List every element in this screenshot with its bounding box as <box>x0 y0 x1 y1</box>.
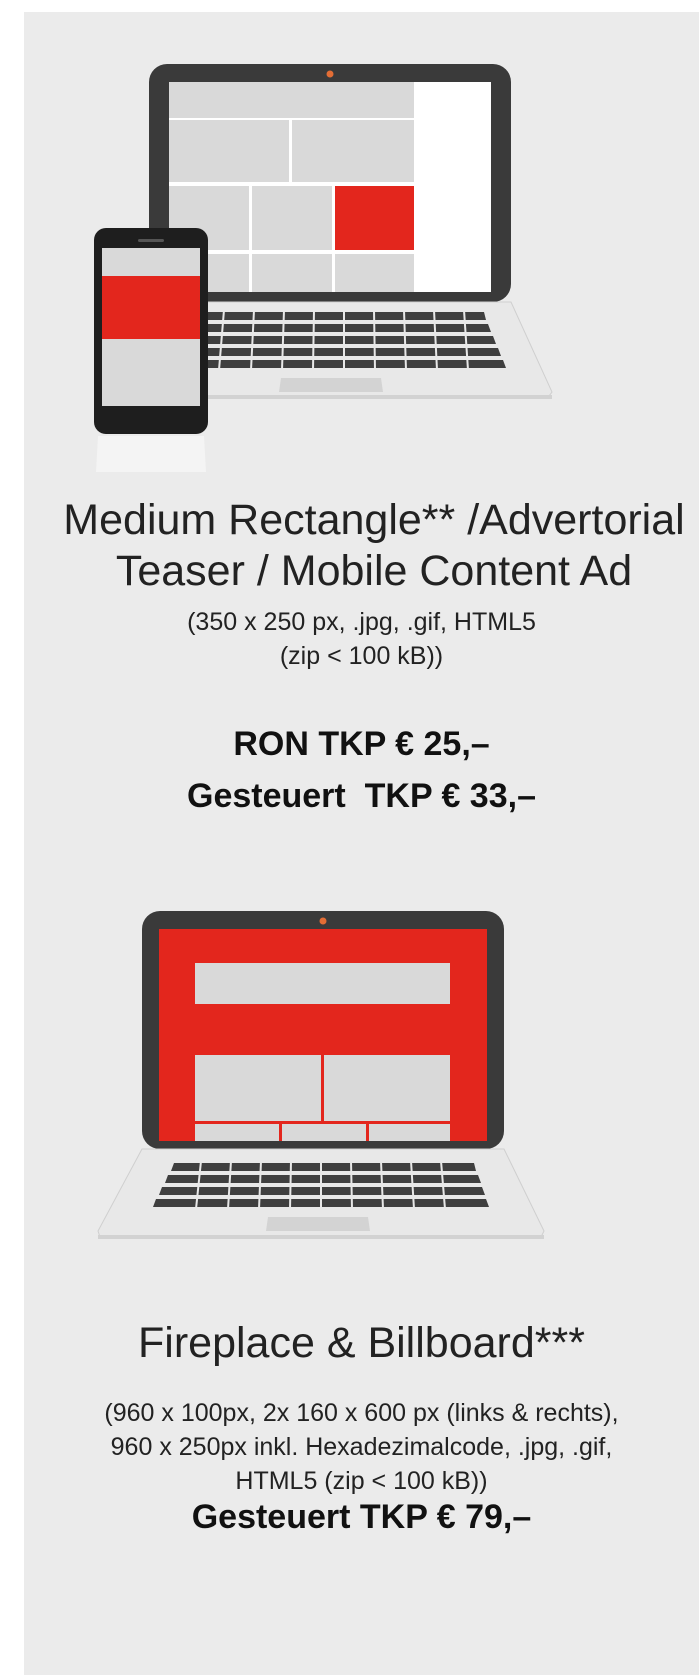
offer-price-targeted: Gesteuert TKP € 33,– <box>187 777 536 815</box>
offer-price-targeted: Gesteuert TKP € 79,– <box>191 1498 532 1536</box>
laptop-and-phone-medium-rectangle-icon <box>94 64 553 472</box>
ad-formats-panel: Medium Rectangle** /Advertorial Teaser /… <box>24 12 699 1675</box>
offer-specs: (350 x 250 px, .jpg, .gif, HTML5 (zip < … <box>187 608 536 670</box>
laptop-fireplace-billboard-icon <box>97 911 545 1239</box>
offer-title: Fireplace & Billboard*** <box>138 1319 585 1367</box>
offer-specs: (960 x 100px, 2x 160 x 600 px (links & r… <box>104 1399 619 1495</box>
offer-title: Medium Rectangle** /Advertorial Teaser /… <box>63 496 685 595</box>
offer-price-ron: RON TKP € 25,– <box>233 725 490 763</box>
